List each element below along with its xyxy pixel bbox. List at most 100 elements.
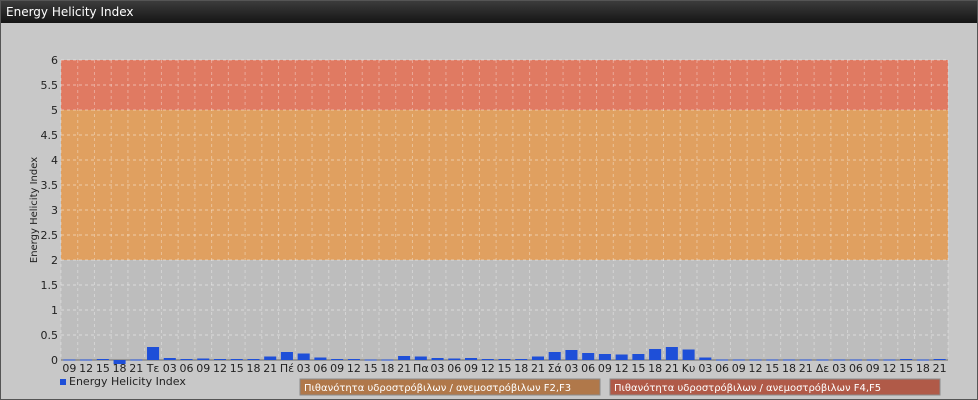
x-tick-label: 03 — [698, 362, 712, 375]
y-tick-label: 4.5 — [41, 129, 59, 142]
bar — [615, 354, 628, 360]
bar — [531, 356, 544, 360]
x-tick-label: 09 — [330, 362, 344, 375]
ehi-chart: 00.511.522.533.544.555.56 09 12 15 18 21 Τε 03… — [29, 54, 949, 396]
bar — [314, 357, 327, 360]
x-tick-label: 03 — [832, 362, 846, 375]
bar — [96, 359, 109, 360]
x-tick-label: 06 — [849, 362, 863, 375]
bar — [866, 359, 879, 361]
x-tick-label: 18 — [782, 362, 796, 375]
x-tick-label: Δε — [816, 362, 830, 375]
bar — [230, 359, 243, 360]
y-tick-label: 3 — [51, 204, 58, 217]
x-tick-label: 09 — [732, 362, 746, 375]
bar — [147, 347, 160, 360]
bar — [900, 359, 913, 360]
bar — [933, 359, 946, 360]
x-tick-label: 18 — [246, 362, 260, 375]
y-tick-label: 3.5 — [41, 179, 59, 192]
bar — [80, 359, 93, 361]
bar — [766, 359, 779, 361]
x-tick-label: 21 — [263, 362, 277, 375]
x-tick-label: 03 — [163, 362, 177, 375]
x-tick-label: 09 — [598, 362, 612, 375]
x-tick-label: 06 — [180, 362, 194, 375]
bar — [465, 358, 478, 360]
bar — [916, 359, 929, 361]
x-tick-label: 15 — [765, 362, 779, 375]
bar — [247, 359, 260, 360]
x-tick-label: Κυ — [682, 362, 696, 375]
bar — [699, 357, 712, 360]
bar — [481, 359, 494, 360]
bar — [598, 354, 611, 360]
bar — [565, 350, 578, 360]
x-tick-label: 03 — [431, 362, 445, 375]
bar — [213, 359, 227, 360]
bar — [297, 353, 310, 360]
x-tick-label: 12 — [615, 362, 629, 375]
y-tick-label: 1 — [51, 304, 58, 317]
x-tick-label: 15 — [899, 362, 913, 375]
legend-label: Energy Helicity Index — [69, 375, 186, 388]
bar — [414, 356, 427, 360]
x-tick-label: 03 — [297, 362, 311, 375]
bar — [347, 359, 360, 360]
y-tick-label: 2 — [51, 254, 58, 267]
x-tick-label: 09 — [62, 362, 76, 375]
x-tick-label: Σά — [548, 362, 562, 375]
y-tick-label: 0 — [51, 354, 58, 367]
bar — [816, 359, 829, 361]
bar — [180, 359, 193, 360]
x-tick-label: 12 — [882, 362, 896, 375]
bar — [381, 359, 394, 361]
y-tick-label: 5 — [51, 104, 58, 117]
y-axis-label: Energy Helicity Index — [29, 157, 40, 263]
bar — [883, 359, 896, 361]
x-tick-label: 12 — [749, 362, 763, 375]
x-tick-label: Πέ — [280, 362, 294, 375]
bar — [280, 352, 293, 360]
bar — [264, 356, 277, 360]
bar — [682, 349, 695, 360]
x-tick-label: 18 — [916, 362, 930, 375]
x-tick-label: 12 — [347, 362, 361, 375]
x-tick-label: 21 — [397, 362, 411, 375]
x-tick-label: 12 — [481, 362, 495, 375]
legend-swatch — [60, 379, 66, 385]
bar — [130, 359, 143, 361]
x-tick-label: Πα — [413, 362, 429, 375]
x-tick-label: 09 — [464, 362, 478, 375]
x-tick-label: 12 — [79, 362, 93, 375]
x-tick-label: 21 — [799, 362, 813, 375]
x-tick-label: 15 — [631, 362, 645, 375]
x-tick-label: 09 — [866, 362, 880, 375]
y-tick-label: 0.5 — [41, 329, 59, 342]
x-tick-label: 03 — [564, 362, 578, 375]
bar — [163, 358, 176, 360]
bar — [63, 359, 76, 361]
bar — [749, 359, 762, 361]
bar — [364, 359, 377, 361]
x-tick-label: 21 — [933, 362, 947, 375]
y-tick-label: 2.5 — [41, 229, 59, 242]
bar — [799, 359, 812, 361]
bar — [849, 359, 862, 361]
band-label-text-2: Πιθανότητα υδροστρόβιλων / ανεμοστρόβιλω… — [614, 382, 881, 394]
x-tick-label: 15 — [498, 362, 512, 375]
bar — [732, 359, 745, 361]
bar — [833, 359, 846, 361]
x-tick-label: 18 — [514, 362, 528, 375]
bar — [632, 354, 645, 360]
bar — [448, 358, 461, 360]
bar — [582, 353, 595, 360]
x-tick-label: 21 — [129, 362, 143, 375]
x-tick-label: 18 — [113, 362, 127, 375]
y-tick-label: 1.5 — [41, 279, 59, 292]
x-tick-label: 15 — [230, 362, 244, 375]
bar — [716, 359, 729, 361]
x-tick-label: 15 — [364, 362, 378, 375]
y-tick-label: 4 — [51, 154, 58, 167]
x-tick-label: 06 — [715, 362, 729, 375]
